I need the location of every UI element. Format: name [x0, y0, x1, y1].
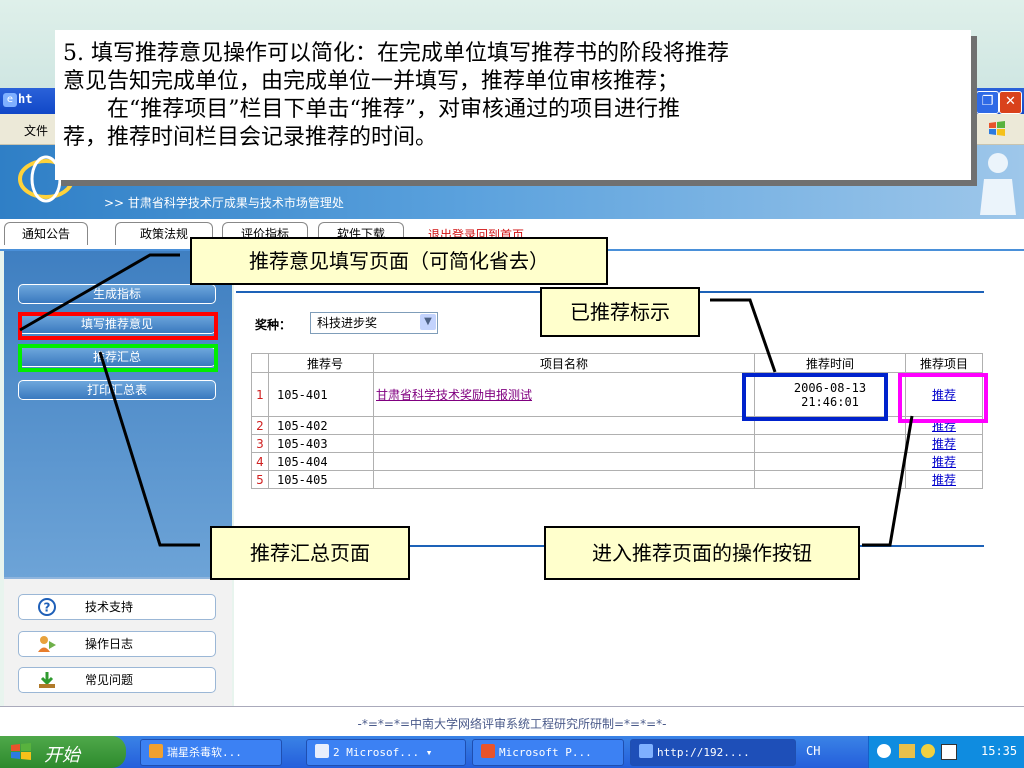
monitor-icon[interactable] [941, 744, 957, 760]
page-footer: -*=*=*=中南大学网络评审系统工程研究所研制=*=*=*- [0, 706, 1024, 737]
sidebar-item-support[interactable]: ? 技术支持 [18, 594, 216, 620]
row-time [754, 452, 906, 471]
sidebar-lower-label: 常见问题 [85, 673, 134, 687]
row-number: 105-401 [268, 372, 374, 417]
highlight-time [742, 373, 888, 421]
clock: 15:35 [981, 744, 1018, 758]
taskbar-item-antivirus[interactable]: 瑞星杀毒软... [140, 739, 282, 766]
highlight-opinion [18, 312, 218, 340]
col-name: 项目名称 [373, 353, 755, 373]
network-icon[interactable] [899, 744, 915, 758]
ie-icon [639, 744, 653, 758]
start-button[interactable]: 开始 [0, 736, 126, 768]
award-label: 奖种： [255, 318, 292, 332]
word-icon [315, 744, 329, 758]
row-time [754, 434, 906, 453]
sidebar-item-generate[interactable]: 生成指标 [18, 284, 216, 304]
callout-marker: 已推荐标示 [540, 287, 700, 337]
person-icon [980, 153, 1016, 215]
row-number: 105-404 [268, 452, 374, 471]
sidebar-lower-label: 技术支持 [85, 600, 134, 614]
language-indicator[interactable]: CH [806, 744, 820, 758]
taskbar-item-label: 2 Microsof... [333, 746, 420, 759]
instruction-note: 5. 填写推荐意见操作可以简化：在完成单位填写推荐书的阶段将推荐 意见告知完成单… [55, 30, 971, 180]
table-row: 4 105-404 推荐 [251, 452, 983, 471]
recommend-link[interactable]: 推荐 [932, 437, 956, 451]
ie-icon: e [3, 93, 17, 107]
antivirus-icon [149, 744, 163, 758]
callout-opinion-page: 推荐意见填写页面（可简化省去） [190, 237, 608, 285]
project-name-link[interactable]: 甘肃省科学技术奖励申报测试 [376, 388, 532, 402]
chevron-left-icon[interactable] [877, 744, 891, 758]
row-name [373, 470, 755, 489]
callout-text: 进入推荐页面的操作按钮 [592, 541, 812, 565]
row-index: 1 [251, 372, 269, 417]
svg-text:?: ? [44, 601, 51, 615]
award-select-value: 科技进步奖 [317, 316, 378, 330]
taskbar-item-powerpoint[interactable]: Microsoft P... [472, 739, 624, 766]
taskbar-item-label: Microsoft P... [499, 746, 592, 759]
callout-text: 推荐汇总页面 [250, 541, 370, 565]
sidebar-item-faq[interactable]: 常见问题 [18, 667, 216, 693]
windows-logo-icon [11, 743, 31, 760]
taskbar: 开始 瑞星杀毒软... 2 Microsof... ▾ Microsoft P.… [0, 736, 1024, 768]
system-tray: 15:35 [868, 736, 1024, 768]
row-index: 5 [251, 470, 269, 489]
taskbar-item-label: 瑞星杀毒软... [167, 746, 242, 759]
tab-notice[interactable]: 通知公告 [4, 222, 88, 245]
footer-text: -*=*=*=中南大学网络评审系统工程研究所研制=*=*=*- [357, 717, 667, 731]
award-select[interactable]: 科技进步奖 ▼ [310, 312, 438, 334]
help-icon: ? [38, 598, 56, 616]
callout-text: 已推荐标示 [570, 300, 670, 324]
recommend-link[interactable]: 推荐 [932, 455, 956, 469]
note-line: 荐，推荐时间栏目会记录推荐的时间。 [63, 125, 438, 150]
row-time [754, 470, 906, 489]
row-number: 105-403 [268, 434, 374, 453]
taskbar-item-label: http://192.... [657, 746, 750, 759]
row-index: 2 [251, 416, 269, 435]
row-index: 3 [251, 434, 269, 453]
chevron-down-icon[interactable]: ▼ [420, 314, 436, 330]
col-action: 推荐项目 [905, 353, 983, 373]
menu-file[interactable]: 文件 [24, 122, 48, 139]
highlight-action [898, 373, 988, 423]
table-row: 5 105-405 推荐 [251, 470, 983, 489]
users-icon [38, 636, 56, 652]
highlight-summary [18, 344, 218, 372]
note-line: 在“推荐项目”栏目下单击“推荐”，对审核通过的项目进行推 [107, 97, 680, 122]
table-header: 推荐号 项目名称 推荐时间 推荐项目 [251, 353, 983, 373]
banner-subtitle: >> 甘肃省科学技术厅成果与技术市场管理处 [104, 196, 344, 210]
row-number: 105-405 [268, 470, 374, 489]
row-index: 4 [251, 452, 269, 471]
table-row: 3 105-403 推荐 [251, 434, 983, 453]
note-line: 意见告知完成单位，由完成单位一并填写，推荐单位审核推荐； [63, 69, 680, 94]
restore-button[interactable]: ❐ [976, 91, 999, 114]
row-name [373, 452, 755, 471]
callout-text: 推荐意见填写页面（可简化省去） [249, 249, 549, 273]
col-time: 推荐时间 [754, 353, 906, 373]
close-button[interactable]: ✕ [999, 91, 1022, 114]
sidebar-item-log[interactable]: 操作日志 [18, 631, 216, 657]
download-icon [39, 672, 55, 688]
row-name [373, 416, 755, 435]
sidebar-item-print[interactable]: 打印汇总表 [18, 380, 216, 400]
taskbar-item-word[interactable]: 2 Microsof... ▾ [306, 739, 466, 766]
taskbar-item-browser[interactable]: http://192.... [630, 739, 796, 766]
row-name [373, 434, 755, 453]
note-line: 5. 填写推荐意见操作可以简化：在完成单位填写推荐书的阶段将推荐 [63, 41, 729, 66]
start-label: 开始 [44, 745, 80, 766]
callout-summary-page: 推荐汇总页面 [210, 526, 410, 580]
recommend-link[interactable]: 推荐 [932, 473, 956, 487]
col-index [251, 353, 269, 373]
row-number: 105-402 [268, 416, 374, 435]
sidebar-lower-label: 操作日志 [85, 637, 134, 651]
window-title: ht [18, 92, 33, 106]
callout-action-button: 进入推荐页面的操作按钮 [544, 526, 860, 580]
powerpoint-icon [481, 744, 495, 758]
messenger-icon[interactable] [921, 744, 935, 758]
col-number: 推荐号 [268, 353, 374, 373]
windows-logo-icon [989, 121, 1005, 136]
